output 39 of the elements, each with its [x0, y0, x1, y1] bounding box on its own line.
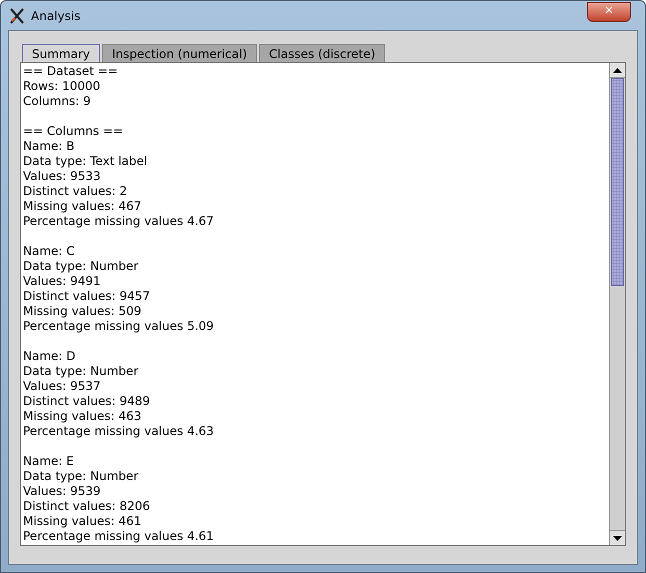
report-line: Values: 9491: [23, 274, 101, 289]
tab[interactable]: Summary: [22, 44, 100, 62]
report-line: Percentage missing values 4.63: [23, 424, 214, 439]
report-line: Missing values: 461: [23, 514, 142, 529]
report-line: Distinct values: 2: [23, 184, 128, 199]
report-line: Distinct values: 8206: [23, 499, 150, 514]
report-line: Rows: 10000: [23, 79, 100, 94]
up-arrow-icon: [613, 68, 622, 72]
report-line: Name: E: [23, 454, 74, 469]
tab[interactable]: Classes (discrete): [259, 44, 386, 62]
down-arrow-icon: [613, 536, 622, 540]
report-line: Values: 9539: [23, 484, 101, 499]
report-line: Distinct values: 9457: [23, 289, 150, 304]
report-line: Values: 9537: [23, 379, 101, 394]
app-logo-icon: [9, 8, 25, 24]
scrollbar[interactable]: [609, 63, 625, 545]
report-line: == Dataset ==: [23, 64, 118, 79]
report-line: Distinct values: 9489: [23, 394, 150, 409]
report-line: Name: C: [23, 244, 75, 259]
report-line: Percentage missing values 5.09: [23, 319, 214, 334]
report-line: == Columns ==: [23, 124, 124, 139]
report-line: Data type: Number: [23, 259, 138, 274]
tab[interactable]: Inspection (numerical): [102, 44, 257, 62]
scroll-down-button[interactable]: [610, 530, 625, 545]
report-line: Values: 9533: [23, 169, 101, 184]
scroll-up-button[interactable]: [610, 63, 625, 78]
report-line: Data type: Number: [23, 364, 138, 379]
report-line: Name: D: [23, 349, 76, 364]
scroll-thumb[interactable]: [611, 78, 624, 286]
report-line: Name: B: [23, 139, 74, 154]
report-line: Data type: Text label: [23, 154, 148, 169]
report-line: Missing values: 509: [23, 304, 142, 319]
report-line: Percentage missing values 4.67: [23, 214, 214, 229]
report-line: Data type: Number: [23, 469, 138, 484]
report-line: Missing values: 463: [23, 409, 142, 424]
window-title: Analysis: [31, 8, 80, 24]
report-line: Percentage missing values 4.61: [23, 529, 214, 544]
report-line: Columns: 9: [23, 94, 91, 109]
report-line: Missing values: 467: [23, 199, 142, 214]
